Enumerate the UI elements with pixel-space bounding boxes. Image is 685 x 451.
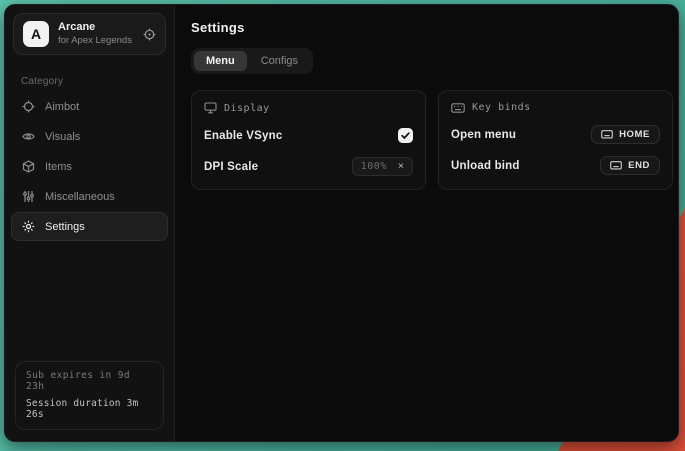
- dpi-label: DPI Scale: [204, 161, 258, 173]
- crosshair-icon: [22, 100, 35, 113]
- open-menu-keybind-button[interactable]: HOME: [591, 125, 660, 144]
- open-menu-key: HOME: [619, 129, 650, 140]
- brand-title: Arcane: [58, 21, 132, 33]
- subscription-info-card: Sub expires in 9d 23h Session duration 3…: [15, 361, 164, 430]
- eye-icon: [22, 130, 35, 143]
- sidebar-item-label: Visuals: [45, 131, 80, 143]
- sidebar-item-settings[interactable]: Settings: [11, 212, 168, 241]
- sidebar-spacer: [5, 242, 174, 353]
- sliders-icon: [22, 190, 35, 203]
- sidebar: A Arcane for Apex Legends Category: [5, 5, 175, 441]
- brand-text: Arcane for Apex Legends: [58, 21, 132, 47]
- dpi-scale-input[interactable]: 100% ×: [352, 157, 413, 176]
- settings-tabbar: Menu Configs: [191, 48, 313, 74]
- display-card-header: Display: [204, 102, 413, 114]
- unload-key: END: [628, 160, 650, 171]
- brand-card: A Arcane for Apex Legends: [13, 13, 166, 55]
- page-title: Settings: [191, 20, 673, 35]
- arcane-app-window: A Arcane for Apex Legends Category: [4, 4, 679, 442]
- sub-expires-text: Sub expires in 9d 23h: [26, 370, 153, 392]
- vsync-row: Enable VSync: [204, 126, 413, 145]
- sidebar-item-label: Aimbot: [45, 101, 79, 113]
- brand-subtitle: for Apex Legends: [58, 36, 132, 46]
- keybinds-card-header: Key binds: [451, 102, 660, 113]
- main-content: Settings Menu Configs Display: [175, 5, 679, 441]
- sidebar-item-miscellaneous[interactable]: Miscellaneous: [11, 182, 168, 211]
- dpi-scale-value: 100%: [361, 161, 387, 172]
- sidebar-item-label: Settings: [45, 221, 85, 233]
- vsync-checkbox[interactable]: [398, 128, 413, 143]
- clear-icon[interactable]: ×: [398, 161, 404, 172]
- keyboard-icon: [601, 130, 613, 139]
- monitor-icon: [204, 102, 217, 114]
- target-icon[interactable]: [143, 28, 156, 41]
- session-duration-text: Session duration 3m 26s: [26, 398, 153, 420]
- sidebar-item-aimbot[interactable]: Aimbot: [11, 92, 168, 121]
- sidebar-item-label: Items: [45, 161, 72, 173]
- settings-cards-row: Display Enable VSync DPI Scale 100% ×: [191, 90, 673, 190]
- gear-icon: [22, 220, 35, 233]
- unload-keybind-button[interactable]: END: [600, 156, 660, 175]
- keybinds-card-title: Key binds: [472, 102, 531, 113]
- tab-menu[interactable]: Menu: [194, 51, 247, 71]
- display-card-title: Display: [224, 103, 270, 114]
- open-menu-label: Open menu: [451, 129, 516, 141]
- keyboard-icon: [610, 161, 622, 170]
- keybinds-card: Key binds Open menu HOME: [438, 90, 673, 190]
- cube-icon: [22, 160, 35, 173]
- sidebar-item-label: Miscellaneous: [45, 191, 115, 203]
- keyboard-icon: [451, 103, 465, 113]
- open-menu-row: Open menu HOME: [451, 125, 660, 144]
- display-card: Display Enable VSync DPI Scale 100% ×: [191, 90, 426, 190]
- category-label: Category: [21, 76, 174, 87]
- dpi-row: DPI Scale 100% ×: [204, 157, 413, 176]
- sidebar-item-items[interactable]: Items: [11, 152, 168, 181]
- tab-configs[interactable]: Configs: [249, 51, 310, 71]
- vsync-label: Enable VSync: [204, 130, 282, 142]
- category-nav: Aimbot Visuals: [5, 92, 174, 242]
- sidebar-item-visuals[interactable]: Visuals: [11, 122, 168, 151]
- brand-logo: A: [23, 21, 49, 47]
- unload-bind-label: Unload bind: [451, 160, 520, 172]
- unload-bind-row: Unload bind END: [451, 156, 660, 175]
